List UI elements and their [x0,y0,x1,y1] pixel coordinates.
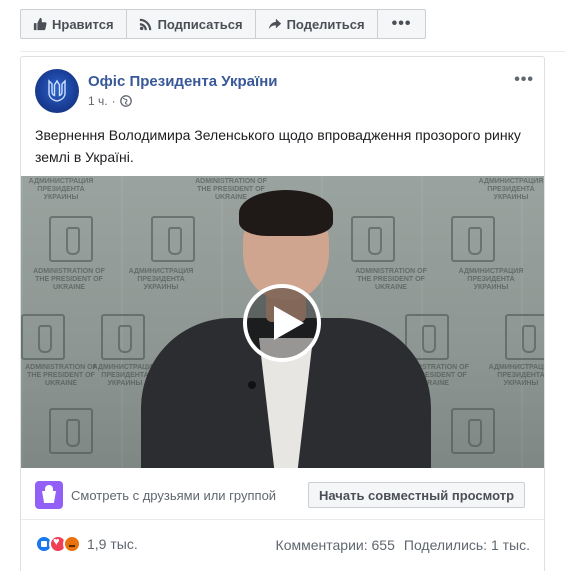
backdrop-emblem [505,314,544,360]
video-player[interactable]: АДМИНИСТРАЦИЯ ПРЕЗИДЕНТА УКРАИНЫ ADMINIS… [21,176,544,468]
backdrop-emblem [49,408,93,454]
reactions-summary[interactable]: 1,9 тыс. [35,535,138,553]
start-watch-party-button[interactable]: Начать совместный просмотр [308,482,526,508]
page-avatar[interactable] [35,69,79,113]
shares-count-link[interactable]: Поделились: 1 тыс. [404,537,530,553]
lapel-microphone [248,381,256,389]
rss-icon [139,18,151,31]
post-card: Офіс Президента України 1 ч. · ••• Зверн… [20,56,545,571]
trident-icon [48,79,66,102]
share-page-button[interactable]: Поделиться [256,10,378,38]
watch-party-text: Смотреть с друзьями или группой [71,488,277,503]
thumbs-up-icon [33,17,47,31]
share-page-label: Поделиться [286,16,365,32]
play-icon[interactable] [243,284,321,362]
more-options-button[interactable]: ••• [378,10,426,38]
backdrop-emblem [101,314,145,360]
backdrop-watermark: ADMINISTRATION OF THE PRESIDENT OF UKRAI… [33,268,105,291]
backdrop-watermark: АДМИНИСТРАЦИЯ ПРЕЗИДЕНТА УКРАИНЫ [488,364,544,387]
page-name-link[interactable]: Офіс Президента України [88,73,278,90]
backdrop-watermark: АДМИНИСТРАЦИЯ ПРЕЗИДЕНТА УКРАИНЫ [458,268,524,291]
post-options-button[interactable]: ••• [514,71,534,89]
like-page-button[interactable]: Нравится [21,10,127,38]
backdrop-emblem [49,216,93,262]
page-action-bar: Нравится Подписаться Поделиться ••• [20,9,427,39]
angry-reaction-icon [63,535,81,553]
backdrop-emblem [21,314,65,360]
share-arrow-icon [268,18,281,30]
more-icon: ••• [391,15,412,32]
like-page-label: Нравится [52,16,114,32]
meta-dot: · [111,94,116,108]
speaker-hair [239,190,333,236]
subscribe-label: Подписаться [157,16,243,32]
post-meta: 1 ч. · [88,94,132,108]
watch-party-row: Смотреть с друзьями или группой Начать с… [21,468,544,520]
backdrop-watermark: АДМИНИСТРАЦИЯ ПРЕЗИДЕНТА УКРАИНЫ [28,178,94,201]
backdrop-emblem [451,216,495,262]
post-text: Звернення Володимира Зеленського щодо вп… [35,127,521,165]
post-timestamp[interactable]: 1 ч. [88,94,108,108]
divider [20,51,565,52]
subscribe-button[interactable]: Подписаться [127,10,256,38]
globe-icon [119,95,132,107]
watch-party-icon [35,481,63,509]
engagement-stats: Комментарии: 655 Поделились: 1 тыс. [276,537,530,553]
backdrop-emblem [451,408,495,454]
comments-count-link[interactable]: Комментарии: 655 [276,537,395,553]
reactions-count: 1,9 тыс. [87,536,138,552]
backdrop-watermark: АДМИНИСТРАЦИЯ ПРЕЗИДЕНТА УКРАИНЫ [478,178,544,201]
